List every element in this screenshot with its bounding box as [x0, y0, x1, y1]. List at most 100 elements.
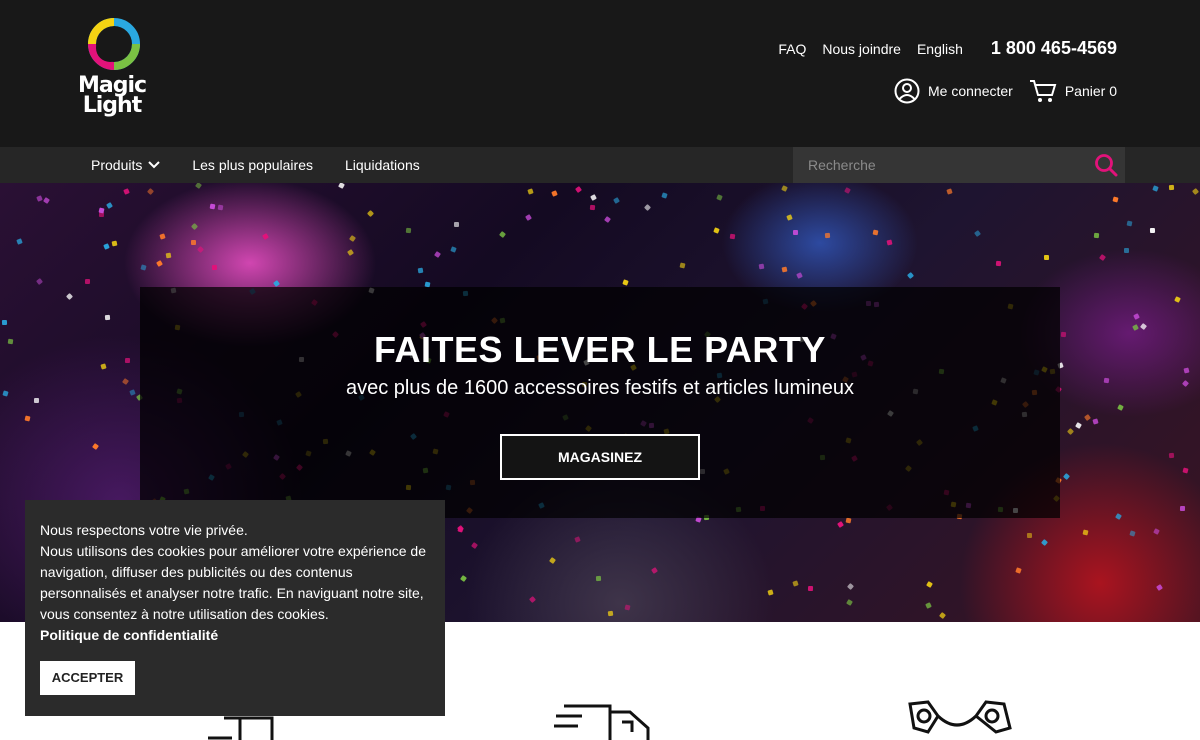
confetti-piece — [796, 272, 803, 279]
confetti-piece — [65, 292, 74, 301]
confetti-piece — [434, 251, 441, 258]
privacy-policy-link[interactable]: Politique de confidentialité — [40, 625, 430, 646]
faq-link[interactable]: FAQ — [778, 41, 806, 57]
logo-ring-icon — [88, 18, 140, 70]
confetti-piece — [1115, 513, 1122, 520]
search-input[interactable] — [793, 147, 1087, 183]
confetti-piece — [470, 541, 479, 550]
site-header: Magic Light FAQ Nous joindre English 1 8… — [0, 0, 1200, 147]
confetti-piece — [347, 249, 354, 256]
confetti-piece — [844, 187, 851, 194]
confetti-piece — [1103, 377, 1110, 384]
confetti-piece — [106, 202, 113, 209]
confetti-piece — [1182, 467, 1189, 474]
confetti-piece — [1040, 538, 1049, 547]
top-links: FAQ Nous joindre English 1 800 465-4569 — [778, 38, 1117, 59]
confetti-piece — [209, 203, 216, 210]
confetti-piece — [104, 314, 111, 321]
confetti-piece — [643, 203, 652, 212]
accept-cookies-button[interactable]: ACCEPTER — [40, 661, 135, 695]
confetti-piece — [190, 222, 199, 231]
confetti-piece — [767, 589, 774, 596]
logo-text: Magic Light — [77, 73, 147, 118]
confetti-piece — [595, 575, 602, 582]
hero-overlay: FAITES LEVER LE PARTY avec plus de 1600 … — [140, 287, 1060, 518]
confetti-piece — [146, 187, 155, 196]
cart-label: Panier 0 — [1064, 83, 1117, 99]
chevron-down-icon — [148, 161, 161, 169]
confetti-piece — [824, 232, 831, 239]
confetti-piece — [661, 192, 668, 199]
confetti-piece — [590, 194, 597, 201]
phone-number[interactable]: 1 800 465-4569 — [991, 38, 1117, 59]
confetti-piece — [159, 233, 166, 240]
main-nav: Produits Les plus populaires Liquidation… — [91, 147, 420, 183]
confetti-piece — [589, 204, 596, 211]
confetti-piece — [946, 188, 953, 195]
confetti-piece — [1126, 220, 1133, 227]
account-bar: Me connecter Panier 0 — [894, 78, 1117, 104]
confetti-piece — [2, 390, 9, 397]
confetti-piece — [974, 230, 981, 237]
confetti-piece — [100, 363, 107, 370]
confetti-piece — [349, 235, 356, 242]
confetti-piece — [781, 266, 788, 273]
confetti-piece — [1112, 196, 1119, 203]
confetti-piece — [1026, 532, 1033, 539]
confetti-piece — [405, 227, 412, 234]
nav-item-produits[interactable]: Produits — [91, 157, 161, 173]
confetti-piece — [7, 338, 14, 345]
confetti-piece — [273, 280, 280, 287]
login-link[interactable]: Me connecter — [894, 78, 1013, 104]
confetti-piece — [1174, 296, 1181, 303]
confetti-piece — [613, 197, 620, 204]
confetti-piece — [450, 246, 457, 253]
confetti-piece — [165, 252, 172, 259]
confetti-piece — [624, 604, 631, 611]
confetti-piece — [1152, 185, 1159, 192]
nav-item-populaires[interactable]: Les plus populaires — [192, 157, 313, 173]
search-bar — [793, 147, 1125, 183]
confetti-piece — [16, 238, 23, 245]
confetti-piece — [837, 521, 844, 528]
confetti-piece — [679, 262, 686, 269]
nav-item-liquidations[interactable]: Liquidations — [345, 157, 420, 173]
confetti-piece — [793, 230, 798, 235]
confetti-piece — [716, 194, 723, 201]
confetti-piece — [1060, 331, 1067, 338]
language-link[interactable]: English — [917, 41, 963, 57]
confetti-piece — [196, 245, 205, 254]
confetti-piece — [786, 214, 793, 221]
confetti-piece — [338, 183, 345, 189]
contact-link[interactable]: Nous joindre — [822, 41, 901, 57]
shop-button[interactable]: MAGASINEZ — [500, 434, 700, 480]
confetti-piece — [1156, 584, 1163, 591]
confetti-piece — [366, 209, 375, 218]
confetti-piece — [140, 264, 147, 271]
confetti-piece — [35, 277, 44, 286]
logo[interactable]: Magic Light — [72, 14, 152, 130]
confetti-piece — [498, 230, 507, 239]
confetti-piece — [758, 263, 765, 270]
confetti-piece — [886, 239, 893, 246]
confetti-piece — [846, 582, 855, 591]
confetti-piece — [906, 271, 915, 280]
confetti-piece — [1015, 567, 1022, 574]
confetti-piece — [1043, 254, 1050, 261]
confetti-piece — [457, 526, 464, 533]
confetti-piece — [1132, 324, 1139, 331]
confetti-piece — [84, 278, 91, 285]
confetti-piece — [262, 233, 269, 240]
confetti-piece — [729, 233, 736, 240]
confetti-piece — [1098, 253, 1107, 262]
confetti-piece — [1083, 413, 1092, 422]
hero-title: FAITES LEVER LE PARTY — [374, 329, 826, 370]
user-circle-icon — [894, 78, 920, 104]
nav-item-label: Liquidations — [345, 157, 420, 173]
cart-link[interactable]: Panier 0 — [1029, 78, 1117, 104]
confetti-piece — [925, 602, 932, 609]
confetti-piece — [528, 595, 537, 604]
login-label: Me connecter — [928, 83, 1013, 99]
search-button[interactable] — [1087, 147, 1125, 183]
truck-icon — [554, 704, 650, 740]
